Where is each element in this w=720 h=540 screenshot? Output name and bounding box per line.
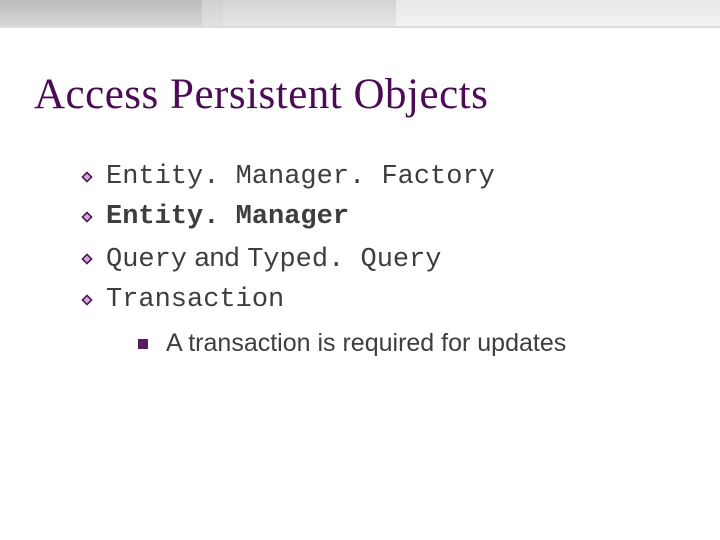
list-item-text: Transaction <box>106 285 284 315</box>
decoration-segment <box>223 0 396 26</box>
list-item-text: Query and Typed. Query <box>106 242 442 275</box>
code-text: Typed. Query <box>247 245 441 275</box>
top-decoration-bar <box>0 0 720 26</box>
list-item: Query and Typed. Query <box>80 242 680 275</box>
decoration-segment <box>396 0 720 26</box>
diamond-bullet-icon <box>80 210 94 224</box>
sub-list-item: A transaction is required for updates <box>138 329 680 358</box>
plain-text: and <box>187 242 247 272</box>
slide-title: Access Persistent Objects <box>34 70 488 119</box>
diamond-bullet-icon <box>80 170 94 184</box>
content-area: Entity. Manager. Factory Entity. Manager… <box>80 162 680 358</box>
square-bullet-icon <box>138 339 148 349</box>
diamond-bullet-icon <box>80 252 94 266</box>
decoration-segment <box>202 0 224 26</box>
sub-list-item-text: A transaction is required for updates <box>166 329 566 358</box>
code-text: Query <box>106 245 187 275</box>
list-item: Transaction <box>80 285 680 315</box>
decoration-segment <box>0 0 202 26</box>
list-item-text: Entity. Manager <box>106 202 349 232</box>
list-item: Entity. Manager. Factory <box>80 162 680 192</box>
list-item-text: Entity. Manager. Factory <box>106 162 495 192</box>
slide: Access Persistent Objects Entity. Manage… <box>0 0 720 540</box>
diamond-bullet-icon <box>80 293 94 307</box>
list-item: Entity. Manager <box>80 202 680 232</box>
